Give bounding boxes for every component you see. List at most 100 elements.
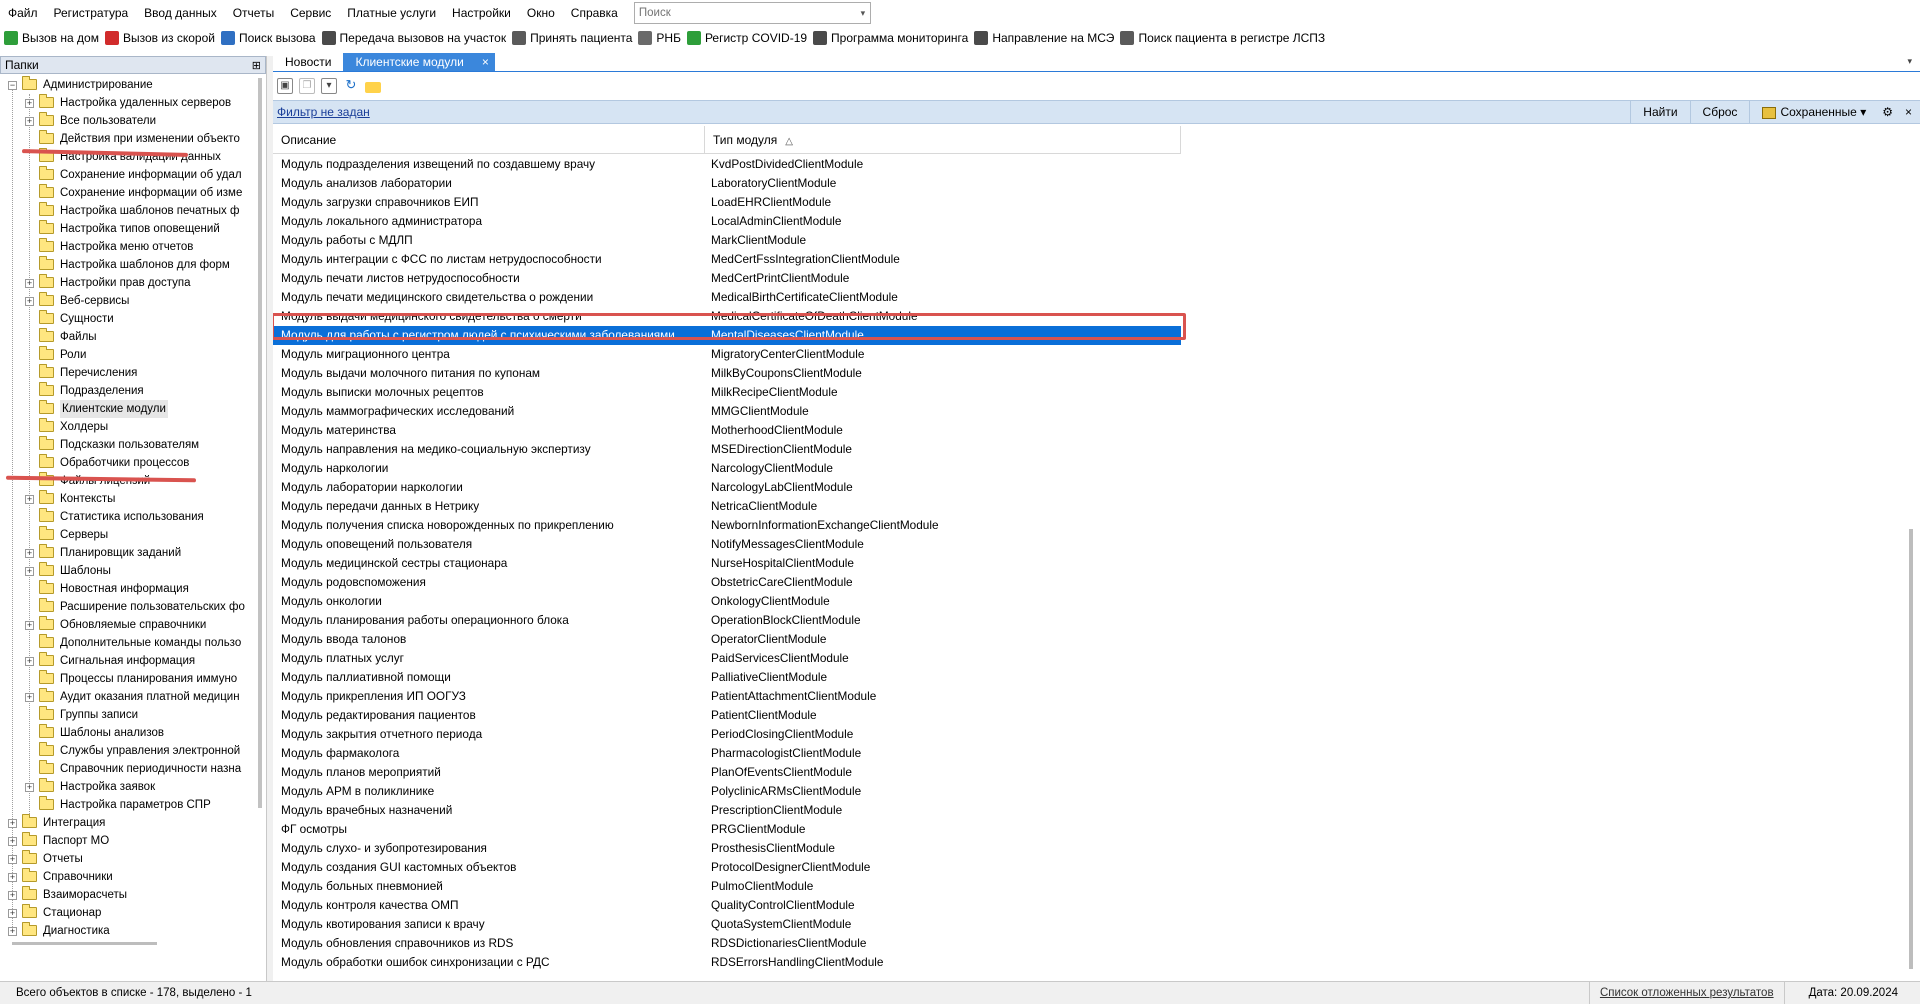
filter-settings-icon[interactable]: ⚙ [1878, 100, 1897, 124]
grid-scrollbar[interactable] [1905, 154, 1917, 975]
expand-icon[interactable]: + [25, 99, 34, 108]
tree-item[interactable]: + Контексты [0, 490, 254, 508]
expand-icon[interactable]: + [8, 873, 17, 882]
collapse-icon[interactable]: − [8, 81, 17, 90]
tree-item[interactable]: + Аудит оказания платной медицин [0, 688, 254, 706]
tree-item[interactable]: Настройка типов оповещений [0, 220, 254, 238]
expand-icon[interactable]: + [25, 621, 34, 630]
new-record-icon[interactable]: ▣ [277, 78, 293, 94]
tree-item[interactable]: + Паспорт МО [0, 832, 254, 850]
tree-item[interactable]: Клиентские модули [0, 400, 254, 418]
tree-item[interactable]: Действия при изменении объекто [0, 130, 254, 148]
folder-tree-hscrollbar[interactable] [12, 942, 157, 945]
table-row[interactable]: Модуль родовспоможения ObstetricCareClien… [273, 573, 1920, 592]
expand-icon[interactable]: + [25, 297, 34, 306]
tree-item[interactable]: + Стационар [0, 904, 254, 922]
expand-icon[interactable]: + [8, 891, 17, 900]
tree-item[interactable]: Роли [0, 346, 254, 364]
expand-icon[interactable]: + [25, 279, 34, 288]
tree-item[interactable]: Сущности [0, 310, 254, 328]
toolbar-button[interactable]: Поиск пациента в регистре ЛСПЗ [1118, 27, 1329, 49]
table-row[interactable]: Модуль создания GUI кастомных объектов Pr… [273, 858, 1920, 877]
expand-icon[interactable]: + [8, 909, 17, 918]
search-input[interactable] [638, 4, 856, 22]
menu-item[interactable]: Файл [0, 0, 46, 26]
toolbar-button[interactable]: Регистр COVID-19 [685, 27, 811, 49]
toolbar-button[interactable]: Направление на МСЭ [972, 27, 1118, 49]
saved-filters-button[interactable]: Сохраненные ▾ [1749, 100, 1878, 124]
column-module-type[interactable]: Тип модуля △ [705, 126, 1181, 154]
tree-item[interactable]: Файлы [0, 328, 254, 346]
folder-tree-scrollbar[interactable] [255, 76, 265, 944]
pin-icon[interactable]: ⊞ [252, 59, 261, 72]
tree-item[interactable]: Службы управления электронной [0, 742, 254, 760]
table-row[interactable]: ФГ осмотры PRGClientModule [273, 820, 1920, 839]
menu-item[interactable]: Ввод данных [136, 0, 225, 26]
tree-item[interactable]: + Взаиморасчеты [0, 886, 254, 904]
table-row[interactable]: Модуль интеграции с ФСС по листам нетруд… [273, 250, 1920, 269]
tree-item[interactable]: Расширение пользовательских фо [0, 598, 254, 616]
table-row[interactable]: Модуль платных услуг PaidServicesClientMo… [273, 649, 1920, 668]
expand-icon[interactable]: + [25, 495, 34, 504]
deferred-results-link[interactable]: Список отложенных результатов [1588, 982, 1784, 1004]
close-filter-icon[interactable]: × [1897, 100, 1920, 124]
tree-item[interactable]: + Справочники [0, 868, 254, 886]
actions-dropdown-icon[interactable]: ▾ [321, 78, 337, 94]
table-row[interactable]: Модуль загрузки справочников ЕИП LoadEHRC… [273, 193, 1920, 212]
table-row[interactable]: Модуль АРМ в поликлинике PolyclinicARMsCl… [273, 782, 1920, 801]
table-row[interactable]: Модуль наркологии NarcologyClientModule [273, 459, 1920, 478]
search-box[interactable]: ▾ [633, 2, 871, 24]
scroll-thumb[interactable] [258, 78, 262, 808]
menu-item[interactable]: Сервис [282, 0, 339, 26]
tree-item[interactable]: Настройка параметров СПР [0, 796, 254, 814]
tree-item[interactable]: + Настройки прав доступа [0, 274, 254, 292]
table-row[interactable]: Модуль паллиативной помощи PalliativeClie… [273, 668, 1920, 687]
table-row[interactable]: Модуль фармаколога PharmacologistClientMo… [273, 744, 1920, 763]
toolbar-button[interactable]: Передача вызовов на участок [320, 27, 511, 49]
search-dropdown-icon[interactable]: ▾ [856, 8, 870, 19]
tree-item[interactable]: Сохранение информации об удал [0, 166, 254, 184]
table-row[interactable]: Модуль миграционного центра MigratoryCent… [273, 345, 1920, 364]
table-row[interactable]: Модуль обработки ошибок синхронизации с … [273, 953, 1920, 972]
close-icon[interactable]: × [482, 55, 489, 69]
tree-item[interactable]: Процессы планирования иммуно [0, 670, 254, 688]
tree-item[interactable]: Группы записи [0, 706, 254, 724]
folder-icon[interactable] [365, 81, 381, 93]
toolbar-button[interactable]: Вызов из скорой [103, 27, 219, 49]
table-row[interactable]: Модуль квотирования записи к врачу QuotaS… [273, 915, 1920, 934]
tree-item[interactable]: Шаблоны анализов [0, 724, 254, 742]
expand-icon[interactable]: + [8, 819, 17, 828]
tree-item[interactable]: + Планировщик заданий [0, 544, 254, 562]
toolbar-button[interactable]: Вызов на дом [2, 27, 103, 49]
tree-item[interactable]: + Отчеты [0, 850, 254, 868]
table-row[interactable]: Модуль обновления справочников из RDS RDS… [273, 934, 1920, 953]
expand-icon[interactable]: + [25, 549, 34, 558]
table-row[interactable]: Модуль закрытия отчетного периода PeriodC… [273, 725, 1920, 744]
tree-item[interactable]: + Веб-сервисы [0, 292, 254, 310]
table-row[interactable]: Модуль передачи данных в Нетрику NetricaC… [273, 497, 1920, 516]
expand-icon[interactable]: + [25, 693, 34, 702]
table-row[interactable]: Модуль печати листов нетрудоспособности M… [273, 269, 1920, 288]
expand-icon[interactable]: + [25, 567, 34, 576]
toolbar-button[interactable]: Программа мониторинга [811, 27, 972, 49]
expand-icon[interactable]: + [25, 783, 34, 792]
table-row[interactable]: Модуль планов мероприятий PlanOfEventsCli… [273, 763, 1920, 782]
toolbar-button[interactable]: РНБ [636, 27, 685, 49]
find-button[interactable]: Найти [1630, 100, 1689, 124]
table-row[interactable]: Модуль слухо- и зубопротезирования Prosth… [273, 839, 1920, 858]
table-row[interactable]: Модуль контроля качества ОМП QualityContr… [273, 896, 1920, 915]
copy-icon[interactable]: ❐ [299, 78, 315, 94]
menu-item[interactable]: Окно [519, 0, 563, 26]
tab-news[interactable]: Новости [273, 53, 343, 71]
table-row[interactable]: Модуль работы с МДЛП MarkClientModule [273, 231, 1920, 250]
table-row[interactable]: Модуль прикрепления ИП ООГУЗ PatientAttac… [273, 687, 1920, 706]
table-row[interactable]: Модуль выписки молочных рецептов MilkReci… [273, 383, 1920, 402]
table-row[interactable]: Модуль маммографических исследований MMGC… [273, 402, 1920, 421]
table-row[interactable]: Модуль редактирования пациентов PatientCl… [273, 706, 1920, 725]
table-row[interactable]: Модуль больных пневмонией PulmoClientModu… [273, 877, 1920, 896]
tree-item[interactable]: Новостная информация [0, 580, 254, 598]
menu-item[interactable]: Настройки [444, 0, 519, 26]
tab-client-modules[interactable]: Клиентские модули × [343, 53, 495, 71]
menu-item[interactable]: Отчеты [225, 0, 282, 26]
tree-item[interactable]: Перечисления [0, 364, 254, 382]
